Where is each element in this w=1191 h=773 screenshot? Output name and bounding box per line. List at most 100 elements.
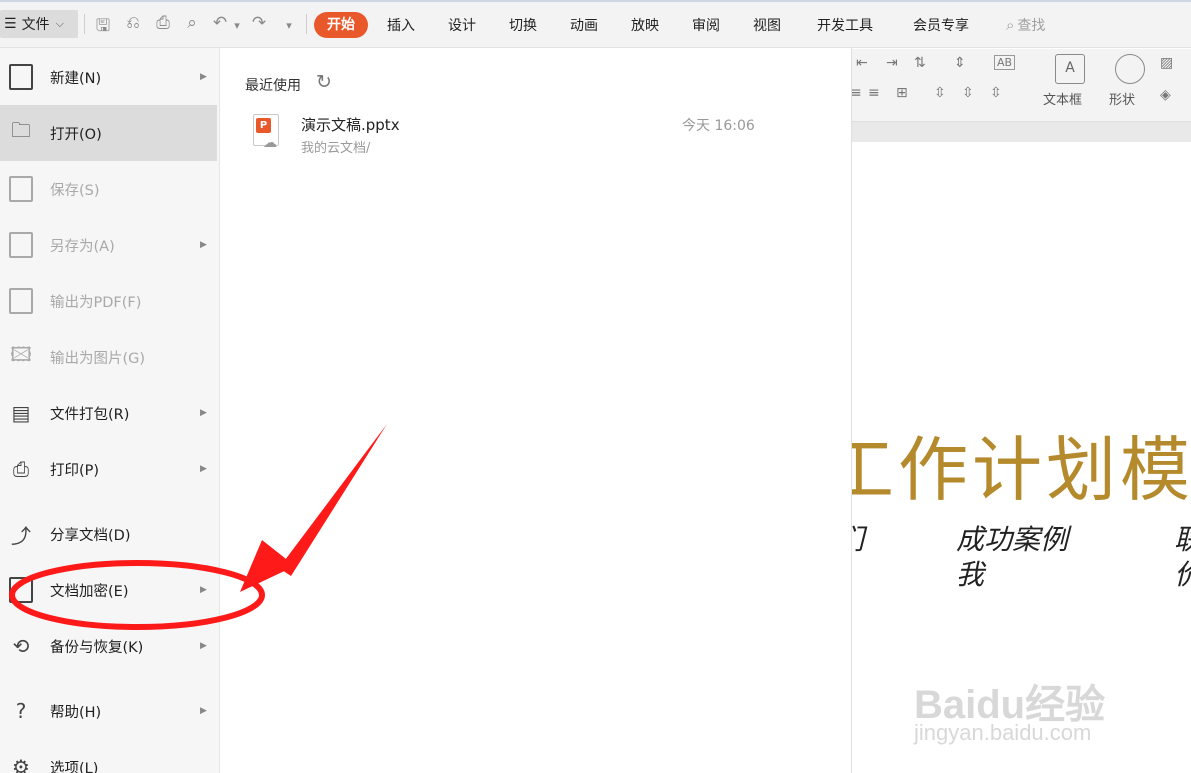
refresh-icon[interactable]: ↻: [316, 71, 332, 93]
help-icon: ?: [15, 699, 27, 723]
toolbar-divider: [84, 14, 85, 34]
save-as-icon: [7, 231, 35, 259]
tab-review[interactable]: 审阅: [692, 15, 720, 35]
tab-animation[interactable]: 动画: [570, 15, 598, 35]
menu-item-label: 帮助(H): [50, 704, 102, 721]
menu-item-label: 保存(S): [50, 182, 100, 199]
columns-icon[interactable]: AB: [994, 55, 1016, 70]
submenu-arrow-icon: ▶: [200, 641, 207, 651]
recent-file-time: 今天 16:06: [682, 118, 755, 134]
tab-design[interactable]: 设计: [448, 15, 476, 35]
tab-view[interactable]: 视图: [753, 15, 781, 35]
open-folder-icon: 🗀: [11, 118, 31, 142]
textbox-label[interactable]: 文本框: [1043, 89, 1082, 108]
menu-bar: ☰ 文件 ⌵ 🖫 ⎌ ⎙ ⌕ ↶ ▾ ↷ ▾ 开始 插入 设计 切换 动画 放映…: [0, 0, 1191, 48]
arrange-icon[interactable]: ◈: [1160, 87, 1171, 103]
menu-item-label: 新建(N): [50, 70, 102, 87]
encrypt-document-icon: [7, 576, 35, 604]
slide-item-left[interactable]: 们: [852, 518, 864, 558]
tab-slideshow[interactable]: 放映: [631, 15, 659, 35]
printer-icon: ⎙: [13, 457, 29, 481]
slide-canvas[interactable]: 工作计划模 们 成功案例 我 联 价 Baidu经验 jingyan.baidu…: [852, 142, 1191, 773]
menu-item-share[interactable]: ⤴ 分享文档(D): [0, 506, 217, 562]
search-tab[interactable]: ⌕ 查找: [1006, 15, 1045, 35]
menu-item-backup[interactable]: ⟲ 备份与恢复(K) ▶: [0, 618, 217, 674]
menu-item-help[interactable]: ? 帮助(H) ▶: [0, 683, 217, 739]
file-menu-button[interactable]: ☰ 文件 ⌵: [0, 10, 78, 38]
backup-restore-icon: ⟲: [12, 634, 30, 658]
tab-start[interactable]: 开始: [314, 12, 368, 38]
slide-item-middle-line2[interactable]: 我: [956, 553, 984, 593]
window-accent-line: [0, 0, 1191, 2]
menu-item-label: 另存为(A): [50, 238, 115, 255]
recent-file-path: 我的云文档/: [301, 141, 371, 156]
paragraph-spacing-icon[interactable]: ⇳: [962, 85, 974, 101]
search-icon: ⌕: [1006, 16, 1015, 34]
recent-file-row[interactable]: P ☁ 演示文稿.pptx 我的云文档/ 今天 16:06: [240, 106, 830, 156]
menu-item-label: 选项(L): [50, 760, 99, 773]
menu-item-save-as[interactable]: 另存为(A) ▶: [0, 217, 217, 273]
tab-developer[interactable]: 开发工具: [817, 15, 873, 35]
submenu-arrow-icon: ▶: [200, 706, 207, 716]
save-quick-icon[interactable]: 🖫: [92, 13, 114, 42]
spacing-dropdown-icon[interactable]: ⇳: [990, 85, 1002, 101]
menu-item-label: 打印(P): [50, 462, 100, 479]
menu-item-package[interactable]: ▤ 文件打包(R) ▶: [0, 385, 217, 441]
slide-item-right-line2[interactable]: 价: [1174, 553, 1191, 593]
tab-member[interactable]: 会员专享: [913, 15, 969, 35]
export-pdf-icon: [7, 287, 35, 315]
search-label: 查找: [1017, 18, 1046, 34]
picture-icon[interactable]: ▨: [1160, 55, 1173, 71]
share-icon: ⤴: [11, 523, 31, 548]
decrease-indent-icon[interactable]: ⇤: [856, 55, 868, 71]
redo-icon[interactable]: ↷: [248, 13, 270, 33]
submenu-arrow-icon: ▶: [200, 585, 207, 595]
print-quick-icon[interactable]: ⎙: [152, 13, 174, 33]
distributed-icon[interactable]: ≡: [868, 85, 880, 101]
ribbon-panel: ⇤ ⇥ ⇅ ⇕ AB ≡ ≡ ⊞ ⇳ ⇳ ⇳ A 文本框 形状 ▨ ◈: [850, 49, 1191, 122]
shape-icon[interactable]: [1115, 54, 1145, 84]
undo-icon[interactable]: ↶: [209, 13, 231, 33]
watermark-url: jingyan.baidu.com: [914, 720, 1092, 745]
increase-indent-icon[interactable]: ⇥: [886, 55, 898, 71]
menu-item-label: 分享文档(D): [50, 527, 131, 544]
slide-item-middle-line1[interactable]: 成功案例: [956, 518, 1068, 558]
menu-item-label: 备份与恢复(K): [50, 639, 144, 656]
textbox-icon[interactable]: A: [1055, 54, 1085, 84]
menu-item-options[interactable]: ⚙ 选项(L): [0, 739, 217, 773]
text-direction-icon[interactable]: ⇅: [914, 55, 926, 71]
menu-item-new[interactable]: 新建(N) ▶: [0, 49, 217, 105]
format-painter-icon[interactable]: ⎌: [122, 13, 144, 33]
menu-item-open[interactable]: 🗀 打开(O): [0, 105, 217, 161]
export-image-icon: 🖾: [10, 342, 32, 366]
menu-item-label: 输出为PDF(F): [50, 294, 142, 311]
save-icon: [7, 175, 35, 203]
submenu-arrow-icon: ▶: [200, 408, 207, 418]
package-icon: ▤: [11, 401, 31, 425]
customize-toolbar-icon[interactable]: ▾: [284, 19, 294, 32]
settings-gear-icon: ⚙: [12, 755, 30, 773]
submenu-arrow-icon: ▶: [200, 72, 207, 82]
submenu-arrow-icon: ▶: [200, 240, 207, 250]
slide-title[interactable]: 工作计划模: [852, 414, 1191, 515]
menu-item-label: 输出为图片(G): [50, 350, 146, 367]
line-spacing-icon[interactable]: ⇳: [934, 85, 946, 101]
menu-item-export-pdf[interactable]: 输出为PDF(F): [0, 273, 217, 329]
menu-item-save[interactable]: 保存(S): [0, 161, 217, 217]
cloud-icon: ☁: [263, 135, 277, 151]
recent-files-panel: 最近使用 ↻ P ☁ 演示文稿.pptx 我的云文档/ 今天 16:06: [220, 48, 852, 773]
tab-insert[interactable]: 插入: [387, 15, 415, 35]
chevron-down-icon: ⌵: [55, 17, 64, 30]
pptx-file-icon: P ☁: [253, 114, 279, 151]
print-preview-icon[interactable]: ⌕: [181, 13, 203, 33]
submenu-arrow-icon: ▶: [200, 464, 207, 474]
shape-label[interactable]: 形状: [1109, 89, 1135, 108]
undo-dropdown-icon[interactable]: ▾: [232, 19, 242, 32]
align-columns-icon[interactable]: ⊞: [896, 85, 908, 101]
slide-item-right-line1[interactable]: 联: [1174, 518, 1191, 558]
menu-item-print[interactable]: ⎙ 打印(P) ▶: [0, 441, 217, 497]
menu-item-export-image[interactable]: 🖾 输出为图片(G): [0, 329, 217, 385]
align-text-icon[interactable]: ⇕: [954, 55, 966, 71]
tab-transitions[interactable]: 切换: [509, 15, 537, 35]
menu-item-encrypt[interactable]: 文档加密(E) ▶: [0, 562, 217, 618]
